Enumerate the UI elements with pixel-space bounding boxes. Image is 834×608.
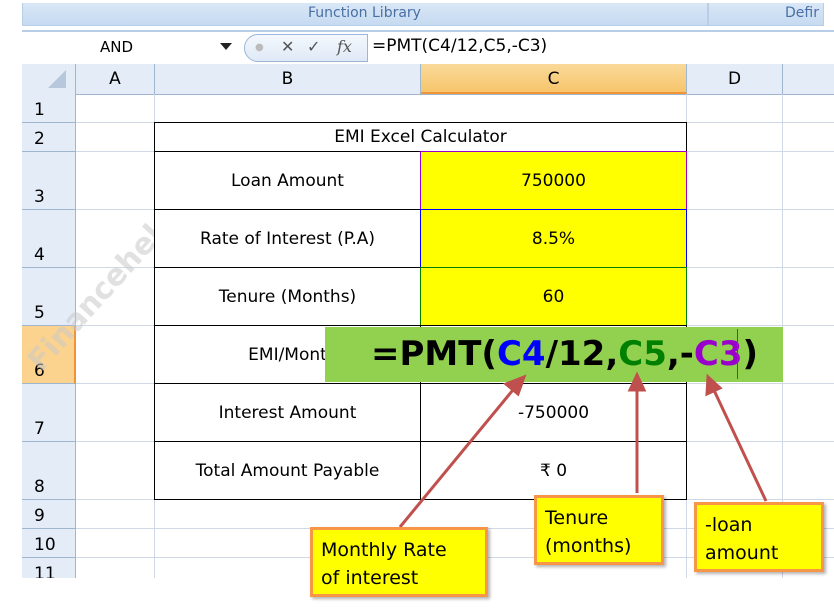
formula-input[interactable]: =PMT(C4/12,C5,-C3): [372, 36, 547, 56]
cancel-icon[interactable]: ✕: [281, 37, 294, 56]
value-tenure[interactable]: 60: [420, 267, 687, 326]
formula-ref-c5: C5: [618, 334, 667, 374]
formula-banner-text: =PMT(C4/12,C5,-C3): [371, 334, 759, 374]
formula-ref-c3: C3: [693, 334, 743, 374]
text-cursor: [737, 329, 738, 379]
column-header-c[interactable]: C: [421, 64, 687, 94]
row-header-8[interactable]: 8: [22, 442, 76, 500]
value-loan-amount[interactable]: 750000: [420, 151, 687, 210]
row-header-7[interactable]: 7: [22, 384, 76, 442]
ribbon: Function Library Defir: [22, 3, 834, 27]
column-header-d[interactable]: D: [687, 64, 783, 94]
formula-banner[interactable]: =PMT(C4/12,C5,-C3): [325, 327, 783, 382]
label-interest-amount[interactable]: Interest Amount: [154, 383, 421, 442]
name-box[interactable]: AND: [22, 32, 212, 62]
label-rate-of-interest[interactable]: Rate of Interest (P.A): [154, 209, 421, 268]
value-rate-of-interest[interactable]: 8.5%: [420, 209, 687, 268]
label-loan-amount[interactable]: Loan Amount: [154, 151, 421, 210]
formula-buttons: ● ✕ ✓ fx: [244, 34, 368, 62]
column-header-a[interactable]: A: [76, 64, 155, 94]
row-header-11[interactable]: 11: [22, 558, 76, 578]
column-headers: A B C D: [22, 64, 834, 95]
ribbon-group-function-library[interactable]: Function Library: [22, 3, 708, 26]
column-header-b[interactable]: B: [155, 64, 421, 94]
value-interest-amount[interactable]: -750000: [420, 383, 687, 442]
row-header-4[interactable]: 4: [22, 210, 76, 268]
row-header-10[interactable]: 10: [22, 529, 76, 558]
ribbon-group-defined-names[interactable]: Defir: [708, 3, 824, 26]
enter-icon[interactable]: ✓: [307, 37, 320, 56]
row-header-9[interactable]: 9: [22, 500, 76, 529]
label-tenure[interactable]: Tenure (Months): [154, 267, 421, 326]
select-all-button[interactable]: [22, 64, 76, 94]
row-header-3[interactable]: 3: [22, 152, 76, 210]
formula-ref-c4: C4: [496, 334, 546, 374]
callout-loan-amount: -loan amount: [694, 502, 824, 572]
callout-monthly-rate: Monthly Rate of interest: [310, 527, 488, 597]
table-title[interactable]: EMI Excel Calculator: [154, 122, 687, 152]
label-total-amount[interactable]: Total Amount Payable: [154, 441, 421, 500]
arrow-loan: [710, 385, 768, 502]
callout-tenure: Tenure (months): [534, 495, 664, 565]
value-total-amount[interactable]: ₹ 0: [420, 441, 687, 500]
insert-function-icon[interactable]: fx: [337, 37, 352, 56]
grip-icon: ●: [255, 42, 264, 53]
row-header-1[interactable]: 1: [22, 94, 76, 123]
formula-bar: AND ● ✕ ✓ fx =PMT(C4/12,C5,-C3): [22, 30, 834, 64]
row-header-2[interactable]: 2: [22, 123, 76, 152]
name-box-dropdown-icon[interactable]: [220, 43, 232, 50]
